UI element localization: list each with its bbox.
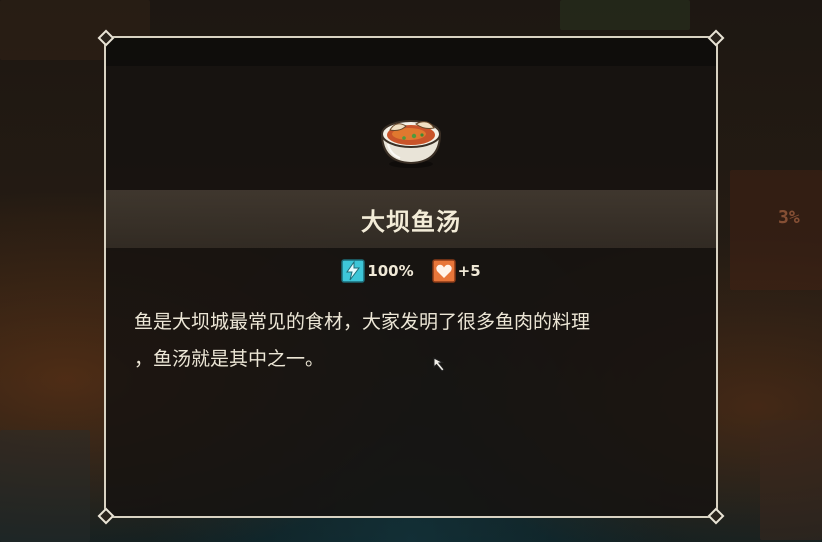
fish-soup-bowl-icon (376, 108, 446, 170)
energy-icon (341, 259, 366, 283)
frame-corner-bottom-left (97, 507, 115, 525)
background-scenery-right (730, 170, 822, 290)
item-stats: 100% +5 (106, 254, 716, 288)
stat-energy-value: 100% (367, 262, 414, 280)
mouse-cursor-icon (433, 357, 445, 372)
item-title: 大坝鱼汤 (361, 207, 461, 236)
frame-corner-bottom-right (707, 507, 725, 525)
heart-icon (431, 259, 456, 283)
background-scenery-bottom-right (760, 420, 822, 540)
item-description: 鱼是大坝城最常见的食材，大家发明了很多鱼肉的料理 ，鱼汤就是其中之一。 (134, 311, 591, 370)
background-scenery-bottom-left (0, 430, 90, 542)
stat-energy: 100% (341, 259, 414, 283)
background-scenery-top (560, 0, 690, 30)
item-title-band: 大坝鱼汤 (106, 190, 716, 248)
stat-health-value: +5 (457, 262, 481, 280)
dialog-header-shade (106, 38, 716, 66)
background-sign-text: 3% (778, 207, 800, 228)
stat-health: +5 (431, 259, 481, 283)
item-info-dialog: 大坝鱼汤 100% +5 鱼是大坝城最常见的食材，大家发明了很多鱼肉的料理 ，鱼… (97, 29, 725, 525)
